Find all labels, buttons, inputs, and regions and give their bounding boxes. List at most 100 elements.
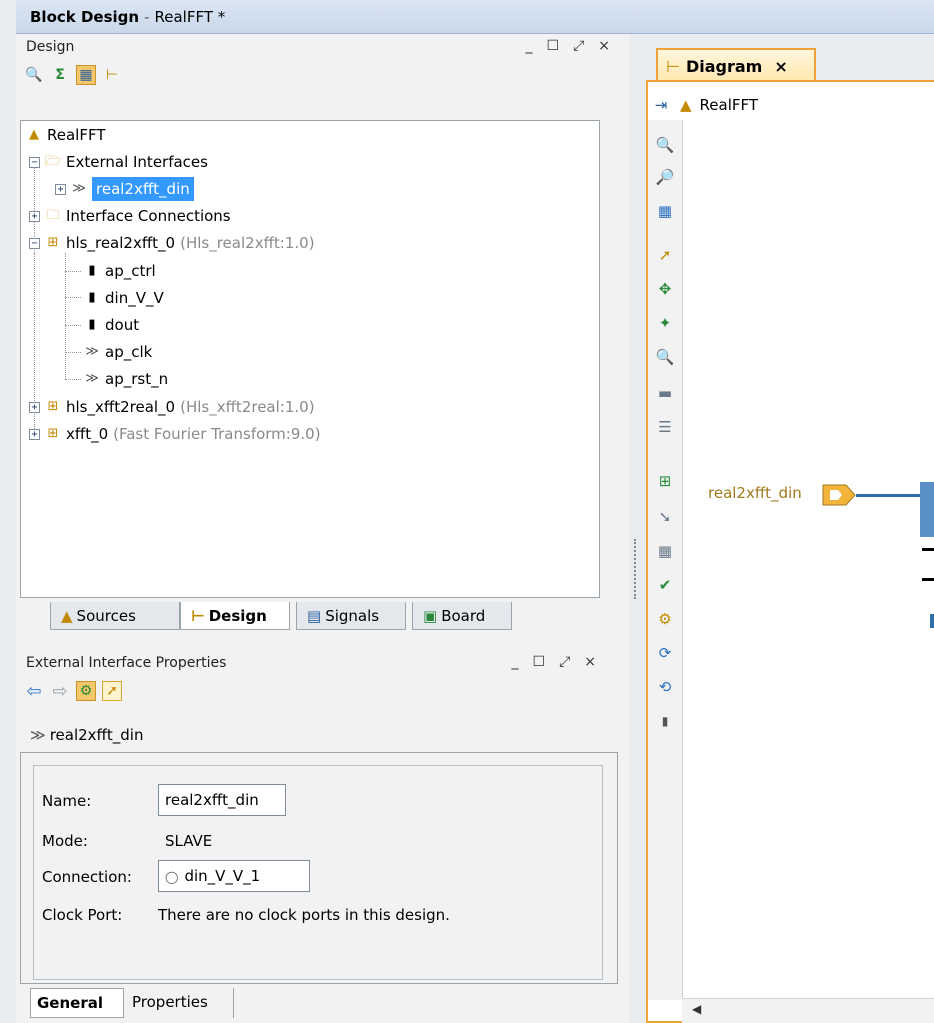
fit-selection-icon[interactable]: ✥ — [654, 278, 676, 300]
window-title-rest: RealFFT * — [154, 7, 226, 26]
expand-all-icon[interactable]: ▦ — [76, 65, 96, 85]
tree-item-external-interfaces[interactable]: − 🗁 External Interfaces — [29, 150, 208, 174]
expand-toggle[interactable]: + — [29, 210, 40, 222]
add-pin-icon[interactable]: ▮ — [654, 710, 676, 732]
design-panel-title: Design — [26, 39, 75, 55]
external-port-shape[interactable] — [822, 484, 856, 506]
tab-properties[interactable]: Properties — [126, 988, 234, 1018]
tab-label: Board — [441, 607, 486, 625]
close-panel-button[interactable]: × — [598, 38, 610, 54]
collapse-icon[interactable]: ▬ — [654, 382, 676, 404]
fit-all-icon[interactable]: ✦ — [654, 312, 676, 334]
validate-design-icon[interactable]: ✔ — [654, 574, 676, 596]
panel-splitter[interactable] — [630, 34, 640, 1023]
breadcrumb-label[interactable]: RealFFT — [700, 96, 759, 114]
tree-item-ap-rst-n[interactable]: ≫ ap_rst_n — [83, 367, 168, 391]
auto-update-icon[interactable]: ⚙ — [76, 681, 96, 701]
interface-port-icon: ≫ — [30, 726, 46, 744]
maximize-button[interactable]: ☐ — [533, 654, 546, 670]
collapse-all-icon[interactable]: Σ — [50, 65, 70, 85]
horizontal-scrollbar[interactable]: ◀ — [682, 998, 934, 1023]
splitter-grip[interactable] — [634, 539, 638, 599]
tree-line — [65, 297, 81, 298]
tree-item-label: ap_ctrl — [105, 262, 156, 280]
tab-sources[interactable]: ▲ Sources — [50, 602, 180, 630]
tree-item-din-v-v[interactable]: ▮ din_V_V — [83, 286, 163, 310]
tree-root-label: RealFFT — [47, 126, 106, 144]
interface-port-icon: ≫ — [72, 181, 86, 196]
forward-arrow-icon[interactable]: ⇨ — [50, 681, 70, 702]
external-port-label[interactable]: real2xfft_din — [708, 484, 802, 502]
tree-item-hls-real2xfft[interactable]: − ⊞ hls_real2xfft_0 (Hls_real2xfft:1.0) — [29, 231, 315, 255]
tree-item-dout[interactable]: ▮ dout — [83, 313, 139, 337]
minimize-button[interactable]: _ — [526, 38, 533, 54]
search-icon[interactable]: 🔍 — [654, 346, 676, 368]
collapse-toggle[interactable]: − — [29, 237, 40, 249]
create-hierarchy-icon[interactable]: ▦ — [654, 540, 676, 562]
mode-value: SLAVE — [165, 832, 213, 850]
name-field[interactable]: real2xfft_din — [158, 784, 286, 816]
bus-interface-icon: ▮ — [88, 263, 96, 278]
tab-general[interactable]: General — [30, 988, 124, 1018]
selected-object-label: ≫ real2xfft_din — [30, 726, 143, 744]
hierarchy-up-icon[interactable]: ⇥ — [650, 96, 672, 114]
float-button[interactable]: ⤢ — [559, 654, 570, 670]
scroll-left-icon[interactable]: ◀ — [692, 1002, 701, 1016]
connection-label: Connection: — [42, 868, 132, 886]
collapse-toggle[interactable]: − — [29, 156, 40, 168]
properties-panel-title: External Interface Properties — [26, 655, 227, 671]
zoom-in-icon[interactable]: 🔍 — [654, 134, 676, 156]
tab-diagram[interactable]: ⊢ Diagram × — [656, 48, 816, 82]
tree-item-label: Interface Connections — [66, 207, 231, 225]
bus-interface-icon: ▮ — [88, 317, 96, 332]
tree-item-hls-xfft2real[interactable]: + ⊞ hls_xfft2real_0 (Hls_xfft2real:1.0) — [29, 395, 315, 419]
tree-item-label: External Interfaces — [66, 153, 208, 171]
connection-icon: ◯ — [165, 870, 179, 884]
close-panel-button[interactable]: × — [584, 654, 596, 670]
refresh-icon[interactable]: ⟳ — [654, 642, 676, 664]
maximize-button[interactable]: ☐ — [547, 38, 560, 54]
zoom-out-icon[interactable]: 🔎 — [654, 166, 676, 188]
pin-stub — [922, 578, 934, 581]
make-external-icon[interactable]: ➘ — [654, 506, 676, 528]
expand-toggle[interactable]: + — [29, 428, 40, 440]
tree-item-real2xfft-din[interactable]: + ≫ real2xfft_din — [55, 177, 194, 201]
signals-icon: ▤ — [307, 607, 322, 625]
connection-field[interactable]: ◯ din_V_V_1 — [158, 860, 310, 892]
tree-item-ap-clk[interactable]: ≫ ap_clk — [83, 340, 152, 364]
add-ip-icon[interactable]: ⊞ — [654, 470, 676, 492]
window-title-bar: Block Design - RealFFT * — [16, 0, 934, 34]
tree-item-xfft[interactable]: + ⊞ xfft_0 (Fast Fourier Transform:9.0) — [29, 422, 321, 446]
hierarchy-icon[interactable]: ⊢ — [102, 65, 122, 85]
tree-item-label: xfft_0 — [66, 425, 109, 443]
pin-icon: ≫ — [85, 371, 99, 386]
tree-item-label: ap_clk — [105, 343, 153, 361]
tree-item-label: ap_rst_n — [105, 370, 169, 388]
settings-gear-icon[interactable]: ⚙ — [654, 608, 676, 630]
search-icon[interactable]: 🔍 — [24, 65, 44, 85]
float-button[interactable]: ⤢ — [573, 38, 584, 54]
zoom-area-icon[interactable]: ▦ — [654, 200, 676, 222]
expand-icon[interactable]: ☰ — [654, 416, 676, 438]
close-icon[interactable]: × — [774, 57, 787, 76]
expand-toggle[interactable]: + — [29, 401, 40, 413]
tree-item-interface-connections[interactable]: + 🗀 Interface Connections — [29, 204, 231, 228]
tree-item-ap-ctrl[interactable]: ▮ ap_ctrl — [83, 259, 156, 283]
select-pointer-icon[interactable]: ➚ — [102, 681, 122, 701]
minimize-button[interactable]: _ — [512, 654, 519, 670]
selected-object-name: real2xfft_din — [49, 726, 144, 744]
tree-root[interactable]: ▲ RealFFT — [25, 123, 106, 147]
properties-form-inner: Name: real2xfft_din Mode: SLAVE Connecti… — [33, 765, 603, 980]
tree-item-label: dout — [105, 316, 140, 334]
properties-panel-header: External Interface Properties _ ☐ ⤢ × — [16, 650, 616, 676]
back-arrow-icon[interactable]: ⇦ — [24, 681, 44, 702]
tab-label: Signals — [325, 607, 380, 625]
tab-design[interactable]: ⊢ Design — [180, 602, 290, 630]
tree-item-type: (Hls_xfft2real:1.0) — [180, 398, 315, 416]
select-area-icon[interactable]: ➚ — [654, 244, 676, 266]
expand-toggle[interactable]: + — [55, 183, 66, 195]
tab-signals[interactable]: ▤ Signals — [296, 602, 406, 630]
ip-block-edge[interactable] — [920, 482, 934, 537]
regenerate-layout-icon[interactable]: ⟲ — [654, 676, 676, 698]
tab-board[interactable]: ▣ Board — [412, 602, 512, 630]
